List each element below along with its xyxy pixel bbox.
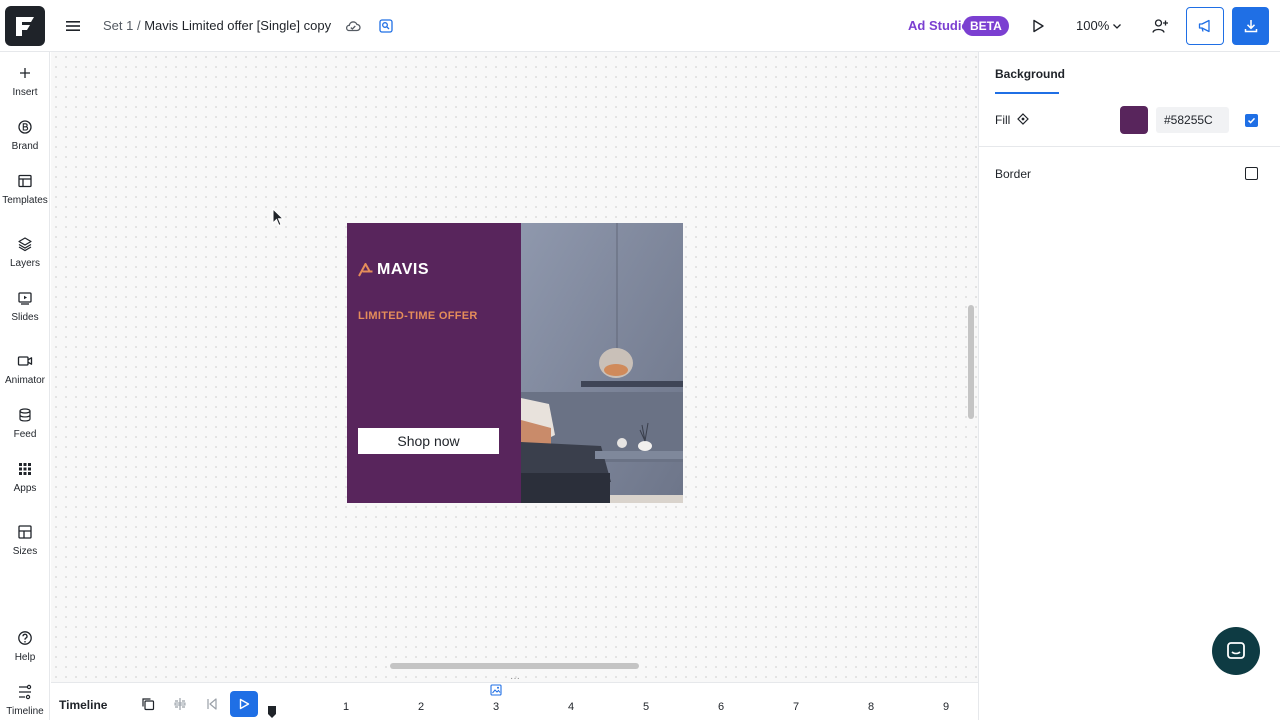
timeline-tick: 7 [793,701,800,713]
templates-icon [18,174,32,188]
support-chat-button[interactable] [1212,627,1260,675]
tab-background[interactable]: Background [995,67,1065,81]
ad-studio-link[interactable]: Ad Studio [908,18,969,33]
timeline-tick: 6 [718,701,725,713]
breadcrumb-set[interactable]: Set 1 / [103,18,141,33]
app-logo[interactable] [5,6,45,46]
slides-icon [18,292,32,305]
sidebar-item-slides[interactable]: Slides [0,290,50,323]
sidebar-item-apps[interactable]: Apps [0,461,50,494]
sidebar-item-label: Templates [2,195,48,206]
sidebar-item-templates[interactable]: Templates [0,173,50,206]
sidebar-item-label: Brand [11,141,39,152]
cloud-saved-icon[interactable] [344,17,362,35]
logo-icon [16,17,34,36]
sidebar-item-label: Timeline [6,706,44,717]
ad-offer-text[interactable]: LIMITED-TIME OFFER [358,310,478,322]
add-user-icon[interactable] [1151,17,1169,35]
plus-icon [20,68,30,78]
border-enabled-checkbox[interactable] [1245,167,1258,180]
timeline-bar: Timeline ··· 123456789 [51,674,978,720]
mavis-logo-icon [358,263,373,277]
timeline-tick: 2 [418,701,425,713]
play-preview-icon[interactable] [1029,17,1047,35]
sizes-icon [18,525,32,539]
vertical-scrollbar[interactable] [968,305,974,419]
checkmark-icon [1247,117,1256,124]
sidebar-item-feed[interactable]: Feed [0,407,50,440]
zoom-level[interactable]: 100% [1076,18,1109,33]
skip-to-start-icon[interactable] [205,697,219,711]
ad-brand-name: MAVIS [377,261,429,278]
ad-brand-logo[interactable]: MAVIS [358,261,429,279]
active-tab-indicator [995,92,1059,94]
download-button[interactable] [1232,7,1269,45]
timeline-title[interactable]: Timeline [59,698,107,712]
split-icon[interactable] [173,697,187,711]
timeline-tick: 8 [868,701,875,713]
top-bar: Set 1 / Mavis Limited offer [Single] cop… [0,0,1280,52]
animator-icon [17,356,33,366]
sidebar-item-brand[interactable]: Brand [0,119,50,152]
mouse-cursor-icon [272,208,284,227]
ad-shop-now-button[interactable]: Shop now [358,428,499,454]
timeline-icon [19,684,32,700]
sidebar-item-label: Insert [12,87,38,98]
sidebar-item-label: Slides [11,312,39,323]
left-sidebar: Insert Brand Templates Layers Slides Ani… [0,52,50,720]
beta-badge: BETA [963,16,1009,36]
ad-banner[interactable]: MAVIS LIMITED-TIME OFFER Shop now [347,223,683,503]
publish-campaign-button[interactable] [1186,7,1224,45]
sidebar-item-label: Feed [13,429,37,440]
sidebar-item-label: Layers [9,258,40,269]
fill-color-swatch[interactable] [1120,106,1148,134]
timeline-tick: 5 [643,701,650,713]
duplicate-icon[interactable] [141,697,155,711]
horizontal-scrollbar[interactable] [390,663,639,669]
fill-enabled-checkbox[interactable] [1245,114,1258,127]
ad-bedroom-photo[interactable] [521,223,683,503]
timeline-ruler[interactable]: 1 2 3 4 5 6 7 8 9 [270,683,978,720]
sidebar-item-sizes[interactable]: Sizes [0,524,50,557]
fill-hex-input[interactable] [1156,107,1229,133]
timeline-tick: 4 [568,701,575,713]
layers-icon [18,237,32,252]
dynamic-property-icon[interactable] [1017,113,1029,125]
timeline-tick: 9 [943,701,950,713]
fill-label-text: Fill [995,113,1011,127]
help-icon [18,631,32,645]
fill-label: Fill [995,113,1010,127]
sidebar-item-label: Apps [13,483,37,494]
chat-icon [1227,642,1245,659]
properties-panel: Background Fill Border [978,52,1280,720]
panel-divider [979,146,1280,147]
timeline-tick: 1 [343,701,350,713]
document-title[interactable]: Mavis Limited offer [Single] copy [144,18,331,33]
play-icon [239,698,250,710]
sidebar-item-label: Animator [4,375,45,386]
sidebar-item-label: Sizes [12,546,38,557]
chevron-down-icon[interactable] [1111,20,1123,32]
preview-link-icon[interactable] [377,17,395,35]
hamburger-menu-icon[interactable] [64,17,82,35]
brand-icon [18,120,32,134]
sidebar-item-help[interactable]: Help [0,630,50,663]
feed-icon [19,408,31,422]
border-label: Border [995,167,1032,181]
timeline-play-button[interactable] [230,691,258,717]
sidebar-item-animator[interactable]: Animator [0,353,50,386]
sidebar-item-timeline[interactable]: Timeline [0,684,50,717]
sidebar-item-insert[interactable]: Insert [0,65,50,98]
timeline-tick: 3 [493,701,500,713]
download-icon [1244,20,1257,33]
megaphone-icon [1198,19,1210,33]
breadcrumb: Set 1 / Mavis Limited offer [Single] cop… [103,18,331,33]
playhead-icon[interactable] [267,705,277,719]
apps-icon [19,463,31,475]
sidebar-item-label: Help [14,652,36,663]
sidebar-item-layers[interactable]: Layers [0,236,50,269]
